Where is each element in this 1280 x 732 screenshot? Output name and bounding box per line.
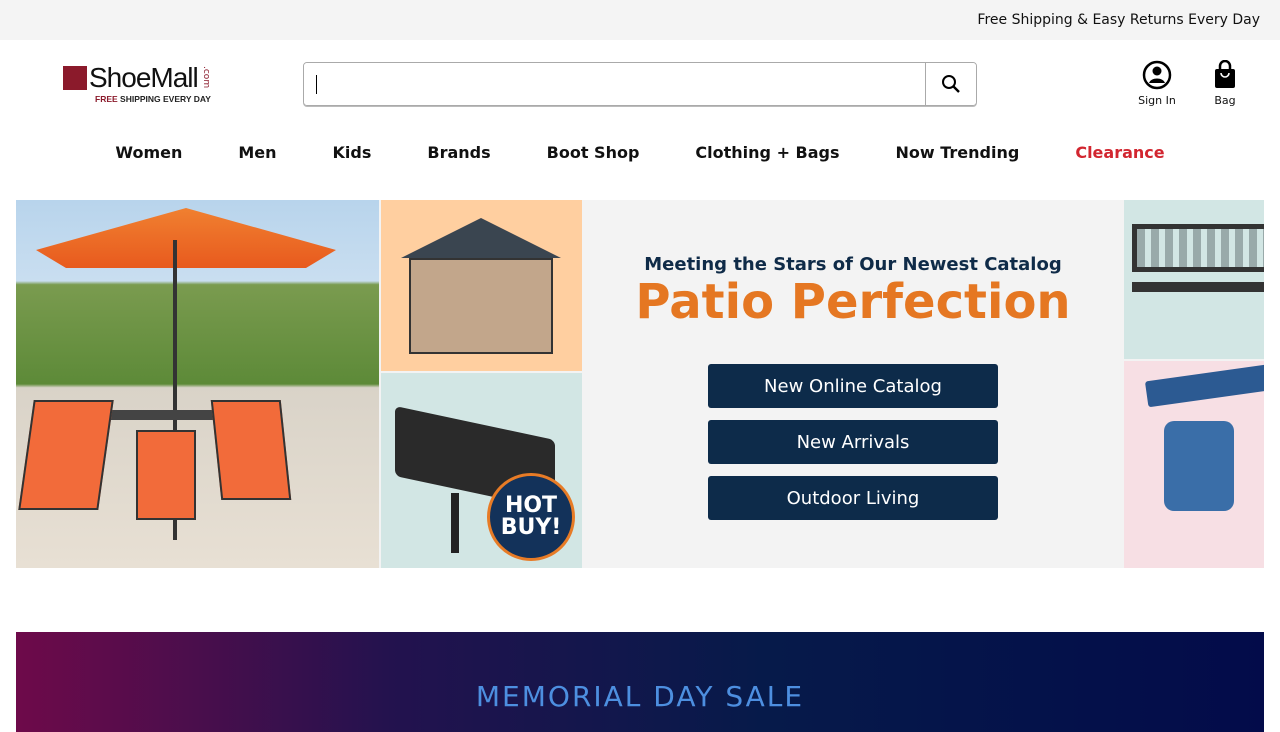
bag-label: Bag <box>1214 94 1236 107</box>
hero-content: Meeting the Stars of Our Newest Catalog … <box>584 200 1122 568</box>
nav-brands[interactable]: Brands <box>399 143 518 162</box>
canopy-tent-image[interactable] <box>381 200 582 371</box>
chair-shape <box>136 430 196 520</box>
new-arrivals-button[interactable]: New Arrivals <box>708 420 998 464</box>
umbrella-shape <box>36 208 336 268</box>
top-announcement-bar: Free Shipping & Easy Returns Every Day <box>0 0 1280 40</box>
search-icon <box>942 75 960 93</box>
logo-wordmark: ShoeMall <box>89 62 199 93</box>
nav-women[interactable]: Women <box>87 143 210 162</box>
logo-tagline-rest: SHIPPING EVERY DAY <box>117 94 211 104</box>
hot-buy-hot: HOT <box>504 493 558 518</box>
main-navigation: Women Men Kids Brands Boot Shop Clothing… <box>0 128 1280 176</box>
announcement-text: Free Shipping & Easy Returns Every Day <box>977 12 1260 28</box>
hot-buy-badge: HOT BUY! <box>487 473 575 561</box>
chair-canopy <box>1144 360 1264 408</box>
hot-buy-buy: BUY! <box>500 515 562 540</box>
chair-shape <box>18 400 114 510</box>
logo-tagline: FREE SHIPPING EVERY DAY <box>95 94 211 104</box>
chair-shape <box>210 400 292 500</box>
bench-image[interactable] <box>1124 200 1264 359</box>
nav-clothing-bags[interactable]: Clothing + Bags <box>667 143 867 162</box>
hero-headline: Patio Perfection <box>635 274 1071 330</box>
site-header: ShoeMall .com FREE SHIPPING EVERY DAY Si… <box>0 40 1280 128</box>
search-button[interactable] <box>925 63 976 105</box>
grill-leg <box>451 493 459 553</box>
chair-seat <box>1164 421 1234 511</box>
tent-roof <box>401 218 561 258</box>
tent-body <box>409 258 553 354</box>
memorial-day-banner[interactable]: MEMORIAL DAY SALE <box>16 632 1264 732</box>
camp-chair-image[interactable] <box>1124 360 1264 568</box>
shoemall-logo[interactable]: ShoeMall .com FREE SHIPPING EVERY DAY <box>63 62 223 108</box>
hero-kicker: Meeting the Stars of Our Newest Catalog <box>644 254 1062 275</box>
nav-now-trending[interactable]: Now Trending <box>868 143 1048 162</box>
bench-seat <box>1132 282 1264 292</box>
bag-link[interactable]: Bag <box>1202 60 1248 107</box>
nav-boot-shop[interactable]: Boot Shop <box>519 143 668 162</box>
outdoor-living-button[interactable]: Outdoor Living <box>708 476 998 520</box>
search-input[interactable] <box>304 63 925 105</box>
patio-set-image[interactable] <box>16 200 379 568</box>
grill-image[interactable]: HOT BUY! <box>381 373 582 568</box>
nav-kids[interactable]: Kids <box>305 143 400 162</box>
promo-title: MEMORIAL DAY SALE <box>475 680 805 713</box>
logo-com: .com <box>201 66 211 89</box>
shopping-bag-icon <box>1215 60 1235 88</box>
bench-back <box>1132 224 1264 272</box>
search-bar <box>303 62 977 106</box>
nav-men[interactable]: Men <box>210 143 304 162</box>
sign-in-label: Sign In <box>1138 94 1176 107</box>
user-icon <box>1142 60 1172 90</box>
sign-in-link[interactable]: Sign In <box>1134 60 1180 107</box>
text-caret <box>316 75 317 94</box>
hero-banner: HOT BUY! Meeting the Stars of Our Newest… <box>16 200 1264 568</box>
new-online-catalog-button[interactable]: New Online Catalog <box>708 364 998 408</box>
logo-tagline-free: FREE <box>95 94 118 104</box>
nav-clearance[interactable]: Clearance <box>1047 143 1192 162</box>
logo-mark-icon <box>63 66 87 90</box>
